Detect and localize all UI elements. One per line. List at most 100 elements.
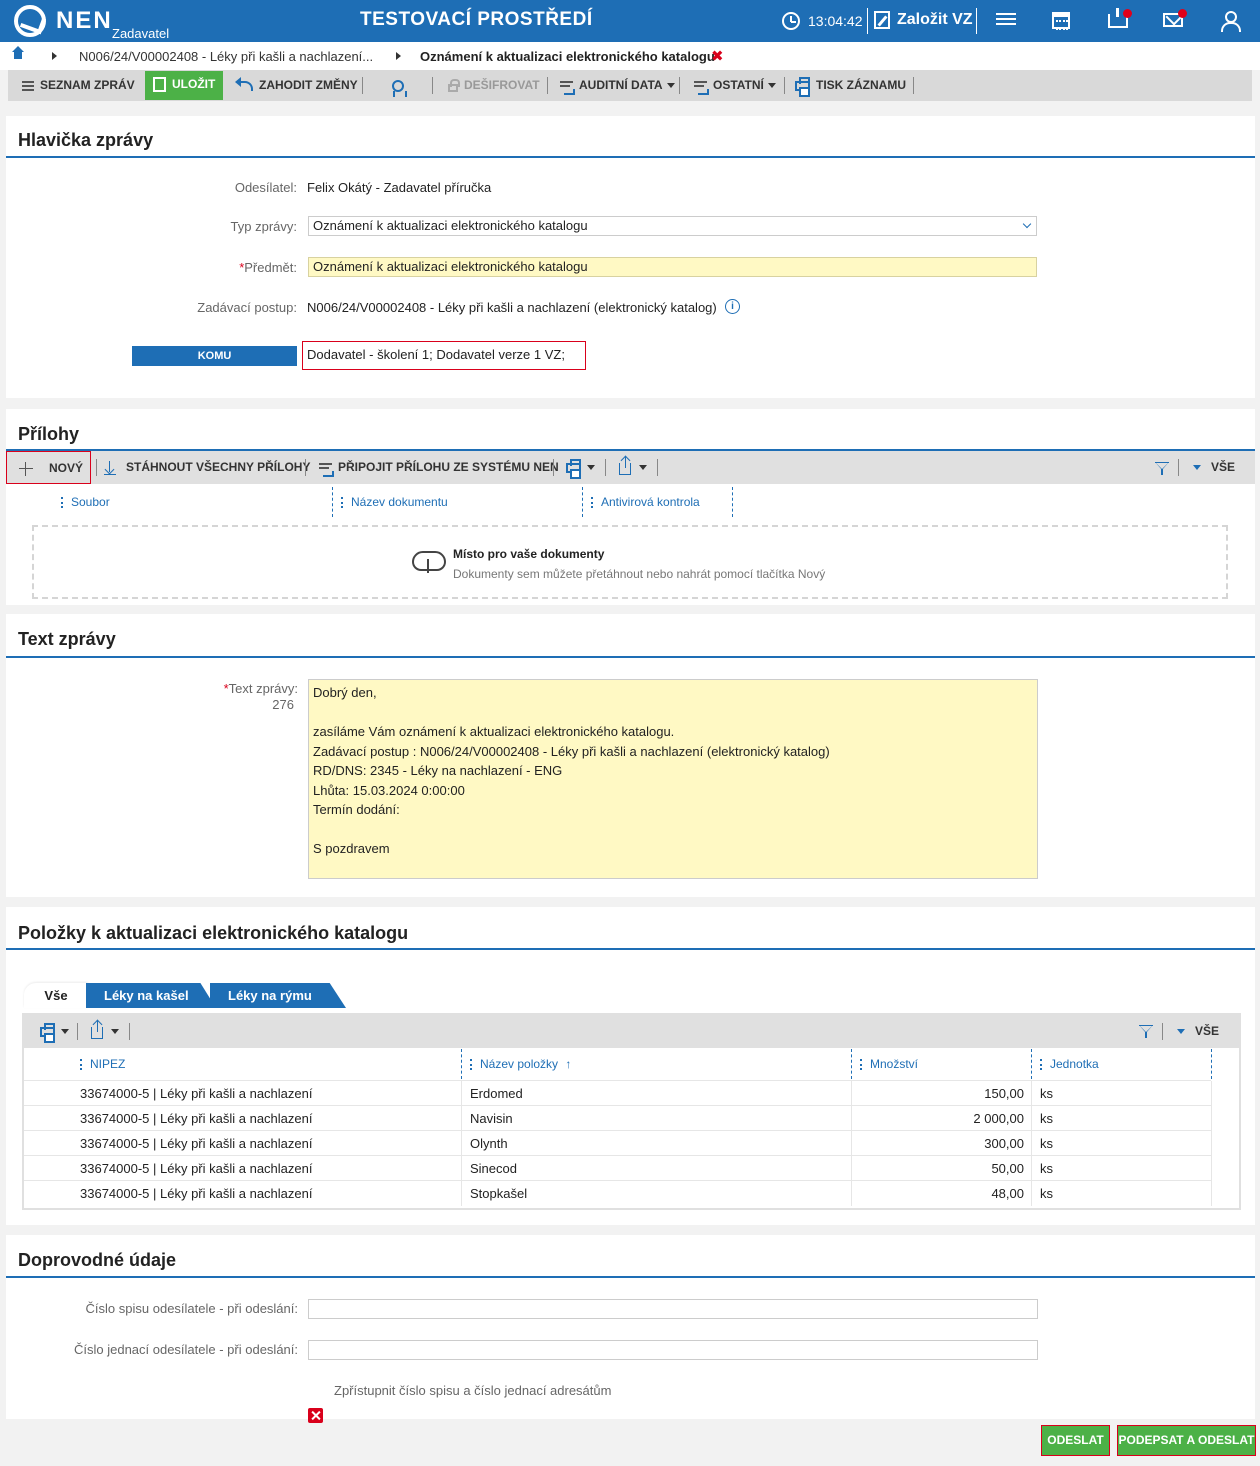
caret-down-icon	[111, 1029, 119, 1035]
attachments-toolbar: NOVÝ STÁHNOUT VŠECHNY PŘÍLOHY PŘIPOJIT P…	[6, 451, 1255, 484]
cell-quantity: 48,00	[991, 1186, 1024, 1201]
cell-divider	[1031, 1081, 1032, 1106]
reference-number-input[interactable]	[308, 1340, 1038, 1360]
plus-icon	[19, 461, 33, 476]
divider	[305, 459, 306, 476]
tab-cough[interactable]: Léky na kašel	[86, 983, 216, 1008]
message-text-label-text: Text zprávy:	[228, 681, 298, 696]
column-antivirus[interactable]: Antivirová kontrola	[591, 495, 700, 509]
top-bar: NEN Zadavatel TESTOVACÍ PROSTŘEDÍ 13:04:…	[0, 0, 1260, 42]
message-list-button[interactable]: SEZNAM ZPRÁV	[22, 70, 135, 101]
share-numbers-checkbox[interactable]	[308, 1408, 323, 1423]
divider	[129, 1023, 130, 1040]
calendar-icon[interactable]	[1052, 12, 1070, 30]
download-all-button[interactable]: STÁHNOUT VŠECHNY PŘÍLOHY	[104, 451, 310, 484]
message-textarea[interactable]: Dobrý den, zasíláme Vám oznámení k aktua…	[308, 679, 1038, 879]
share-numbers-label: Zpřístupnit číslo spisu a číslo jednací …	[334, 1383, 612, 1398]
cell-name: Olynth	[470, 1136, 508, 1151]
cell-nipez: 33674000-5 | Léky při kašli a nachlazení	[80, 1111, 313, 1126]
table-row[interactable]: 33674000-5 | Léky při kašli a nachlazení…	[24, 1155, 1212, 1181]
cell-divider	[1211, 1181, 1212, 1206]
grip-icon	[591, 497, 593, 509]
create-vz-button[interactable]: Založit VZ	[897, 11, 973, 29]
procedure-label: Zadávací postup:	[197, 300, 297, 315]
column-divider	[1031, 1049, 1032, 1079]
divider	[1178, 459, 1179, 476]
column-nipez[interactable]: NIPEZ	[80, 1057, 125, 1071]
close-icon[interactable]: ✖	[711, 47, 724, 65]
cell-divider	[1211, 1106, 1212, 1131]
column-divider	[461, 1049, 462, 1079]
sign-and-send-button[interactable]: PODEPSAT A ODESLAT	[1117, 1425, 1256, 1456]
grip-icon	[470, 1059, 472, 1071]
file-dropzone[interactable]: Místo pro vaše dokumenty Dokumenty sem m…	[32, 525, 1228, 599]
info-icon[interactable]: i	[725, 299, 740, 314]
cell-divider	[1031, 1131, 1032, 1156]
home-icon[interactable]	[11, 46, 25, 62]
new-attachment-button[interactable]: NOVÝ	[6, 451, 91, 484]
export-menu-button[interactable]	[619, 451, 647, 484]
tab-rhinitis[interactable]: Léky na rýmu	[210, 983, 346, 1008]
table-row[interactable]: 33674000-5 | Léky při kašli a nachlazení…	[24, 1180, 1212, 1206]
discard-label: ZAHODIT ZMĚNY	[259, 78, 358, 92]
save-button[interactable]: ULOŽIT	[145, 71, 224, 100]
view-all-button[interactable]: VŠE	[1193, 451, 1235, 484]
nen-logo-icon[interactable]	[14, 5, 46, 37]
grip-icon	[341, 497, 343, 509]
cell-name: Erdomed	[470, 1086, 523, 1101]
decrypt-button[interactable]: DEŠIFROVAT	[448, 70, 540, 101]
print-icon	[566, 458, 581, 479]
user-icon[interactable]	[1220, 10, 1241, 32]
panel-divider	[6, 1276, 1255, 1278]
column-file[interactable]: Soubor	[61, 495, 110, 509]
table-row[interactable]: 33674000-5 | Léky při kašli a nachlazení…	[24, 1130, 1212, 1156]
list-icon	[22, 80, 34, 91]
caret-down-icon	[587, 465, 595, 471]
table-row[interactable]: 33674000-5 | Léky při kašli a nachlazení…	[24, 1080, 1212, 1106]
print-menu-button[interactable]	[40, 1015, 69, 1048]
divider	[867, 8, 868, 34]
filter-icon[interactable]	[1155, 462, 1169, 476]
discard-changes-button[interactable]: ZAHODIT ZMĚNY	[235, 70, 358, 101]
divider	[913, 77, 914, 94]
print-menu-button[interactable]	[566, 451, 595, 484]
breadcrumb-procedure[interactable]: N006/24/V00002408 - Léky při kašli a nac…	[79, 49, 373, 64]
subject-label-text: Předmět:	[244, 260, 297, 275]
table-row[interactable]: 33674000-5 | Léky při kašli a nachlazení…	[24, 1105, 1212, 1131]
file-number-input[interactable]	[308, 1299, 1038, 1319]
column-item-name[interactable]: Název položky ↑	[470, 1057, 571, 1071]
message-list-label: SEZNAM ZPRÁV	[40, 78, 135, 92]
column-quantity[interactable]: Množství	[860, 1057, 918, 1071]
export-menu-button[interactable]	[91, 1015, 119, 1048]
panel-title: Doprovodné údaje	[18, 1250, 177, 1270]
audit-data-button[interactable]: AUDITNÍ DATA	[560, 70, 675, 101]
attach-from-system-button[interactable]: PŘIPOJIT PŘÍLOHU ZE SYSTÉMU NEN	[319, 451, 559, 484]
cell-name: Navisin	[470, 1111, 513, 1126]
tab-all[interactable]: Vše	[24, 983, 88, 1008]
award-button[interactable]	[392, 70, 410, 101]
send-button[interactable]: ODESLAT	[1041, 1425, 1110, 1456]
print-record-button[interactable]: TISK ZÁZNAMU	[795, 70, 906, 101]
menu-icon[interactable]	[996, 10, 1016, 30]
cell-unit: ks	[1040, 1161, 1053, 1176]
recipients-field[interactable]: Dodavatel - školení 1; Dodavatel verze 1…	[302, 341, 586, 370]
other-button[interactable]: OSTATNÍ	[694, 70, 776, 101]
edit-icon[interactable]	[874, 11, 890, 29]
cell-unit: ks	[1040, 1086, 1053, 1101]
divider	[432, 77, 433, 94]
dropzone-title: Místo pro vaše dokumenty	[453, 547, 605, 561]
lock-icon	[448, 78, 460, 92]
message-type-select[interactable]: Oznámení k aktualizaci elektronického ka…	[308, 216, 1037, 236]
award-icon	[392, 79, 407, 97]
caret-down-icon	[61, 1029, 69, 1035]
breadcrumb: N006/24/V00002408 - Léky při kašli a nac…	[0, 42, 1260, 70]
cell-divider	[1211, 1156, 1212, 1181]
filter-icon[interactable]	[1139, 1025, 1153, 1039]
column-document-name[interactable]: Název dokumentu	[341, 495, 448, 509]
to-button[interactable]: KOMU	[132, 346, 297, 366]
cell-nipez: 33674000-5 | Léky při kašli a nachlazení	[80, 1161, 313, 1176]
column-unit[interactable]: Jednotka	[1040, 1057, 1099, 1071]
subject-input[interactable]: Oznámení k aktualizaci elektronického ka…	[308, 257, 1037, 277]
view-all-button[interactable]: VŠE	[1177, 1015, 1219, 1048]
grip-icon	[61, 497, 63, 509]
